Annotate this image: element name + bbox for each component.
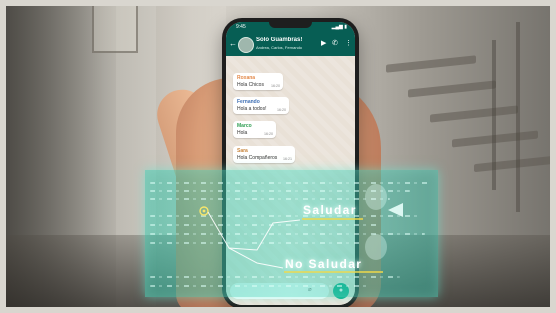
message-sender: Fernando	[237, 99, 260, 105]
message-bubble: Sara Hola Compañeros 16:21	[233, 146, 295, 163]
label-no-saludar: No Saludar	[285, 257, 363, 271]
label-saludar: Saludar	[303, 203, 357, 217]
message-time: 16:20	[277, 108, 286, 112]
hologram-overlay: Saludar No Saludar	[145, 170, 438, 297]
message-time: 16:20	[271, 84, 280, 88]
staircase-step	[386, 55, 476, 73]
message-sender: Sara	[237, 148, 248, 154]
signal-icon: ▂▄▆ ▮	[331, 24, 347, 30]
chat-title[interactable]: Solo Guambras!	[256, 37, 318, 43]
stair-rail-post	[516, 22, 520, 212]
chat-members: Andrea, Carlos, Fernando	[256, 45, 303, 50]
arrow-marker-icon	[388, 203, 403, 217]
staircase-step	[474, 155, 550, 173]
phone-call-icon[interactable]: ✆	[332, 39, 338, 49]
background-doorway	[92, 6, 138, 53]
message-sender: Roxana	[237, 75, 256, 81]
message-time: 16:20	[264, 132, 273, 136]
message-bubble: Roxana Hola Chicos 16:20	[233, 73, 283, 90]
message-bubble: Fernando Hola a todos! 16:20	[233, 97, 289, 114]
message-sender: Marco	[237, 123, 252, 129]
branch-line-no-saludar	[228, 247, 284, 269]
message-bubble: Marco Hola 16:20	[233, 121, 276, 138]
video-call-icon[interactable]: ▶	[321, 39, 326, 49]
staircase-step	[408, 80, 496, 98]
message-time: 16:21	[283, 157, 292, 161]
photo-scene: 9:45 ▂▄▆ ▮ ← Solo Guambras! Andrea, Carl…	[6, 6, 550, 307]
message-text: Hola a todos!	[237, 106, 267, 112]
decision-lines	[199, 203, 403, 273]
branch-line-saludar	[207, 211, 301, 251]
message-text: Hola	[237, 130, 248, 136]
back-arrow-icon[interactable]: ←	[229, 39, 237, 49]
message-text: Hola Compañeros	[237, 155, 278, 161]
menu-icon[interactable]: ⋮	[345, 39, 352, 49]
staircase-step	[430, 105, 518, 123]
phone-notch	[269, 22, 312, 28]
chat-header: ← Solo Guambras! Andrea, Carlos, Fernand…	[226, 33, 355, 56]
status-time: 9:45	[236, 24, 246, 30]
message-text: Hola Chicos	[237, 82, 264, 88]
stair-rail-post	[492, 40, 496, 190]
group-avatar[interactable]	[238, 37, 254, 53]
